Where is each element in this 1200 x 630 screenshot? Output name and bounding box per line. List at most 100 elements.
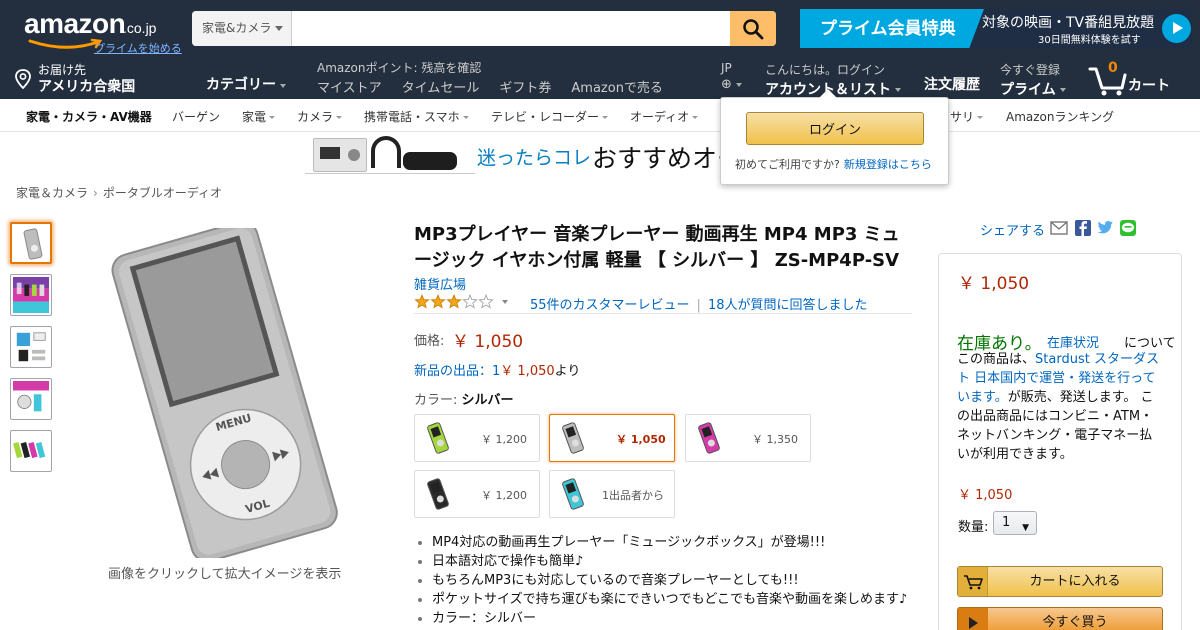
price-label: 価格: — [414, 334, 445, 349]
color-swatch-pink[interactable]: ￥ 1,350 — [685, 414, 811, 462]
thumbnail-3[interactable] — [10, 326, 52, 368]
amazon-points-link[interactable]: Amazonポイント: 残高を確認 — [317, 59, 481, 76]
cart-icon — [958, 567, 988, 596]
chevron-down-icon — [1059, 88, 1066, 92]
quantity-select[interactable]: 1 ▼ — [993, 511, 1037, 535]
nav-link-sell[interactable]: Amazonで売る — [571, 77, 663, 96]
language-selector[interactable]: JP ⊕ — [721, 61, 742, 92]
amazon-logo[interactable]: amazon .co.jp プライムを始める — [24, 8, 189, 55]
subnav-item-appliances-label[interactable]: 家電 — [242, 110, 266, 124]
nav-link-gift-card[interactable]: ギフト券 — [499, 77, 551, 96]
search-category-select[interactable]: 家電&カメラ — [192, 11, 292, 46]
new-offers-link[interactable]: 新品の出品：1￥ 1,050より — [414, 360, 580, 379]
stock-status-link[interactable]: 在庫状況 — [1047, 332, 1099, 351]
star-filled-icon — [414, 294, 430, 309]
selected-color: シルバー — [461, 393, 514, 408]
register-link[interactable]: 新規登録はこちら — [844, 158, 932, 171]
buy-now-button[interactable]: 今すぐ買う — [957, 607, 1163, 630]
product-main-image[interactable]: MENU VOL — [98, 228, 348, 558]
star-rating[interactable] — [414, 294, 494, 310]
department-subnav: 家電・カメラ・AV機器 バーゲン 家電 カメラ 携帯電話・スマホ テレビ・レコー… — [0, 99, 1200, 132]
product-title: MP3プレイヤー 音楽プレーヤー 動画再生 MP4 MP3 ミュージック イヤホ… — [414, 224, 900, 271]
ad-divider — [305, 173, 475, 174]
subnav-department[interactable]: 家電・カメラ・AV機器 — [26, 108, 152, 125]
new-customer-prompt: 初めてご利用ですか? 新規登録はこちら — [735, 156, 932, 172]
answered-questions-link[interactable]: 18人が質問に回答しました — [708, 298, 868, 313]
play-icon — [958, 608, 988, 630]
prime-banner-message: 対象の映画・TV番組見放題 — [982, 15, 1155, 31]
cart-icon — [1088, 67, 1127, 96]
breadcrumb-item[interactable]: ポータブルオーディオ — [103, 186, 222, 200]
swatch-device-image — [561, 477, 585, 511]
subnav-item-accessories-label[interactable]: サリ — [950, 110, 974, 124]
line-icon[interactable] — [1119, 220, 1137, 236]
quantity-value: 1 — [1002, 515, 1011, 530]
orders-link[interactable]: 注文履歴 — [924, 74, 980, 94]
thumbnail-5[interactable] — [10, 430, 52, 472]
chevron-down-icon — [462, 116, 469, 119]
logo-tld[interactable]: .co.jp — [123, 20, 156, 36]
chevron-down-icon[interactable] — [502, 300, 508, 304]
facebook-icon[interactable] — [1074, 220, 1092, 236]
stereo-image — [313, 138, 367, 172]
chevron-down-icon — [280, 83, 286, 88]
globe-icon: ⊕ — [721, 77, 742, 92]
email-icon[interactable] — [1050, 220, 1068, 236]
thumbnail-2[interactable] — [10, 274, 52, 316]
search-bar: 家電&カメラ — [192, 11, 776, 46]
category-menu[interactable]: カテゴリー — [206, 74, 286, 94]
color-label: カラー: — [414, 393, 458, 408]
brand-link[interactable]: 雑貨広場 — [414, 274, 466, 293]
logo-wordmark[interactable]: amazon — [24, 8, 126, 40]
start-prime-link[interactable]: プライムを始める — [94, 40, 182, 56]
divider: | — [696, 298, 701, 313]
language-code: JP — [721, 61, 732, 75]
swatch-device-image — [426, 421, 450, 455]
share-label: シェアする — [980, 224, 1046, 239]
login-button[interactable]: ログイン — [746, 112, 924, 145]
nav-link-my-store[interactable]: マイストア — [317, 77, 382, 96]
subnav-item-bargain[interactable]: バーゲン — [172, 108, 220, 125]
feature-bullet: ポケットサイズで持ち運びも楽にできいつでもどこでも音楽や動画を楽しめます♪ — [414, 590, 924, 609]
add-to-cart-button[interactable]: カートに入れる — [957, 566, 1163, 597]
breadcrumb-item[interactable]: 家電＆カメラ — [16, 186, 88, 200]
subnav-item-camera-label[interactable]: カメラ — [297, 110, 333, 124]
subnav-item-phones-label[interactable]: 携帯電話・スマホ — [364, 110, 460, 124]
new-offers-label: 新品の出品：1 — [414, 364, 501, 379]
feature-bullet: もちろんMP3にも対応しているので音楽プレーヤーとしても!!! — [414, 571, 924, 590]
chevron-down-icon — [269, 116, 276, 119]
nav-belt: お届け先 アメリカ合衆国 カテゴリー Amazonポイント: 残高を確認 マイス… — [0, 56, 1200, 99]
thumbnail-4[interactable] — [10, 378, 52, 420]
cart-label: カート — [1128, 78, 1170, 94]
color-swatch-black[interactable]: ￥ 1,200 — [414, 470, 540, 518]
search-button[interactable] — [730, 11, 776, 46]
feature-bullets: MP4対応の動画再生プレーヤー「ミュージックボックス」が登場!!! 日本語対応で… — [414, 533, 924, 628]
recommend-ad-banner[interactable]: 迷ったらコレ おすすめオー — [305, 134, 742, 176]
search-input[interactable] — [292, 11, 730, 46]
color-swatch-silver[interactable]: ￥ 1,050 — [549, 414, 675, 462]
image-zoom-caption: 画像をクリックして拡大イメージを表示 — [108, 567, 342, 582]
subnav-item-audio: オーディオ — [630, 108, 699, 125]
color-swatch-blue[interactable]: 1出品者から — [549, 470, 675, 518]
thumbnail-device-image — [23, 227, 43, 261]
twitter-icon[interactable] — [1096, 220, 1114, 236]
prime-promo-banner[interactable]: プライム会員特典 対象の映画・TV番組見放題 30日間無料体験を試す — [800, 9, 1192, 48]
swatch-price: 1出品者から — [602, 489, 664, 502]
chevron-down-icon — [336, 116, 343, 119]
search-icon — [743, 18, 764, 39]
subnav-item-audio-label[interactable]: オーディオ — [630, 110, 689, 124]
section-divider — [414, 313, 912, 314]
swatch-price: ￥ 1,200 — [481, 433, 527, 446]
subnav-item-ranking[interactable]: Amazonランキング — [1006, 108, 1114, 125]
nav-link-time-sale[interactable]: タイムセール — [402, 77, 480, 96]
buybox-price-secondary: ￥ 1,050 — [958, 488, 1013, 503]
cart-link[interactable]: 0 カート — [1088, 60, 1180, 96]
subnav-item-tv-label[interactable]: テレビ・レコーダー — [491, 110, 599, 124]
color-swatch-green[interactable]: ￥ 1,200 — [414, 414, 540, 462]
thumbnail-features-image — [16, 332, 46, 362]
prime-menu[interactable]: 今すぐ登録 プライム — [1000, 61, 1066, 99]
play-icon[interactable] — [1162, 14, 1191, 43]
thumbnail-1[interactable] — [10, 222, 52, 264]
reviews-link[interactable]: 55件のカスタマーレビュー — [530, 298, 690, 313]
buybox-price: ￥ 1,050 — [958, 274, 1030, 294]
